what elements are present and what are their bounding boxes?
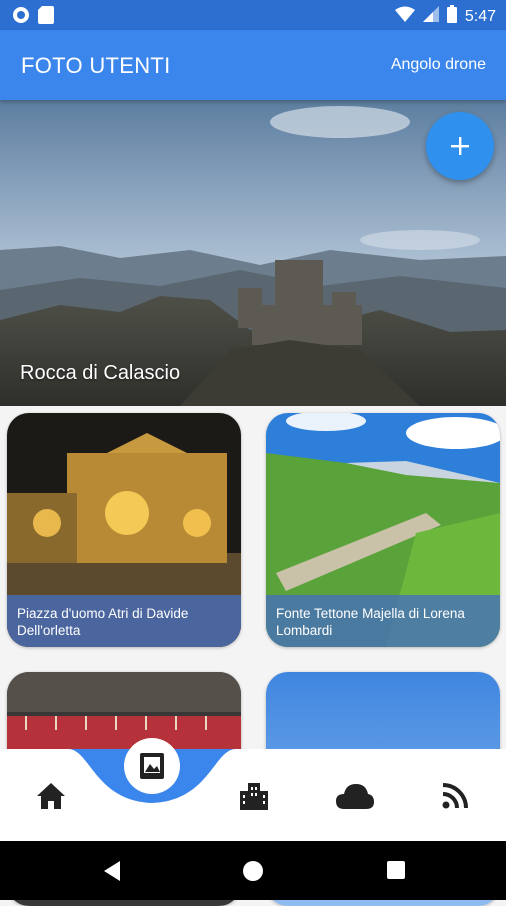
add-photo-button[interactable] [426, 112, 494, 180]
recents-icon [387, 861, 405, 879]
photo-caption: Piazza d'uomo Atri di Davide Dell'orlett… [7, 595, 241, 647]
battery-icon [446, 5, 457, 28]
home-icon [37, 783, 65, 809]
photo-gallery-icon [140, 753, 164, 779]
sd-card-icon [38, 6, 54, 29]
photo-card[interactable]: Fonte Tettone Majella di Lorena Lombardi [266, 413, 500, 647]
plus-icon [451, 137, 469, 155]
nav-news[interactable] [438, 779, 472, 813]
signal-icon [422, 6, 439, 27]
home-circle-icon [243, 861, 263, 881]
hero-caption: Rocca di Calascio [20, 362, 181, 384]
back-button[interactable] [102, 860, 122, 887]
drone-corner-link[interactable]: Angolo drone [391, 56, 486, 74]
status-time: 5:47 [464, 7, 496, 25]
photo-card[interactable]: Piazza d'uomo Atri di Davide Dell'orlett… [7, 413, 241, 647]
cloud-icon [336, 784, 374, 809]
page-title: FOTO UTENTI [21, 53, 171, 78]
nav-home[interactable] [34, 779, 68, 813]
system-navigation-bar [0, 841, 506, 900]
nav-photos[interactable] [124, 738, 180, 794]
nav-weather[interactable] [334, 779, 376, 813]
back-icon [104, 861, 120, 881]
notification-icon [12, 6, 30, 29]
photo-caption: Fonte Tettone Majella di Lorena Lombardi [266, 595, 500, 647]
wifi-icon [394, 6, 415, 27]
city-icon [240, 783, 268, 810]
nav-city[interactable] [237, 779, 271, 813]
home-button[interactable] [242, 860, 264, 887]
app-bar: FOTO UTENTI Angolo drone [0, 30, 506, 100]
rss-feed-icon [442, 783, 468, 809]
recents-button[interactable] [386, 860, 406, 885]
status-bar: 5:47 [0, 0, 506, 30]
